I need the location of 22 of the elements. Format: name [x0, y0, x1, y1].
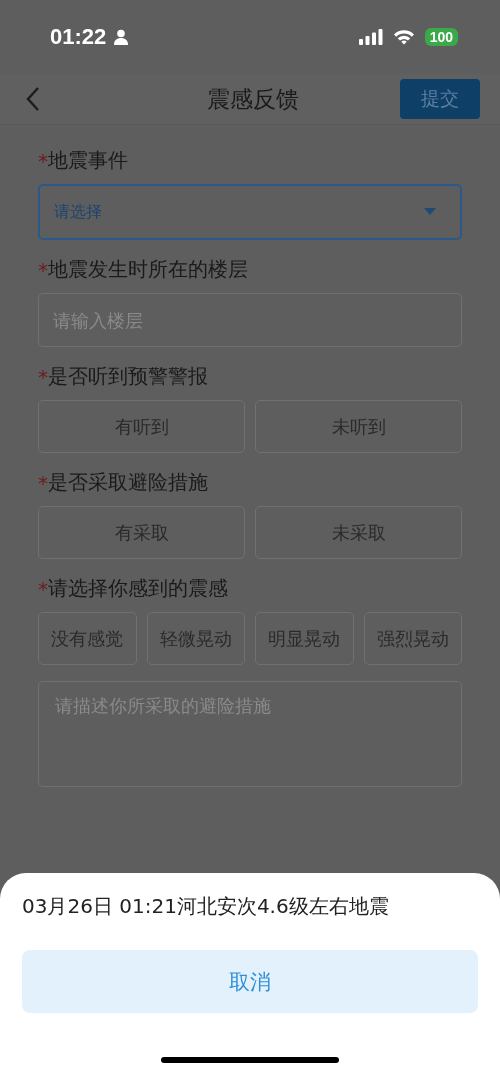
required-mark: *	[38, 576, 48, 601]
submit-button[interactable]: 提交	[400, 79, 480, 119]
clock-time: 01:22	[50, 24, 107, 50]
required-mark: *	[38, 148, 48, 173]
select-field[interactable]: 请选择	[38, 184, 462, 240]
back-icon[interactable]	[26, 86, 40, 112]
required-mark: *	[38, 470, 48, 495]
required-mark: *	[38, 257, 48, 282]
dropdown-caret-icon	[424, 208, 436, 216]
field-label: 是否听到预警警报	[48, 363, 208, 390]
page-title: 震感反馈	[207, 84, 299, 114]
field-label: 地震发生时所在的楼层	[48, 256, 248, 283]
cancel-button[interactable]: 取消	[22, 950, 478, 1013]
battery-icon: 100	[424, 28, 458, 46]
event-option[interactable]: 03月26日 01:21河北安次4.6级左右地震	[22, 893, 478, 920]
required-mark: *	[38, 364, 48, 389]
field-label: 地震事件	[48, 147, 128, 174]
field-label: 是否采取避险措施	[48, 469, 208, 496]
wifi-icon	[392, 29, 415, 45]
signal-icon	[358, 29, 383, 45]
field-label: 请选择你感到的震感	[48, 575, 228, 602]
person-icon	[114, 29, 129, 45]
